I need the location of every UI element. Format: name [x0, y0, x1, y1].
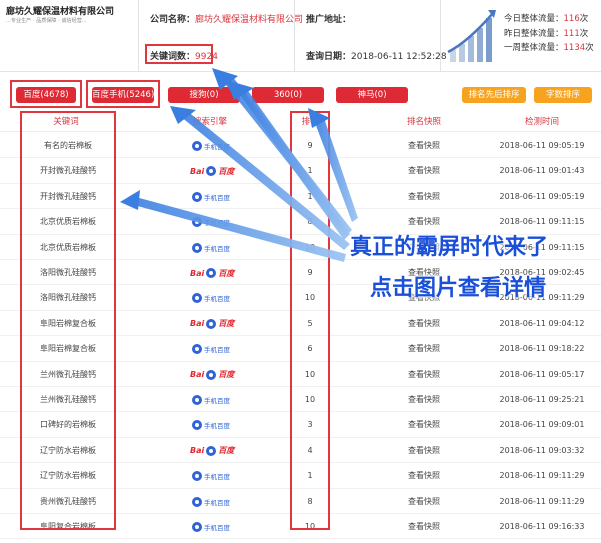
arrow-to-rank-column: [308, 108, 358, 222]
promo-headline[interactable]: 真正的霸屏时代来了: [350, 229, 548, 261]
promo-subline[interactable]: 点击图片查看详情: [370, 270, 546, 302]
arrow-to-keyword-column: [120, 190, 346, 262]
